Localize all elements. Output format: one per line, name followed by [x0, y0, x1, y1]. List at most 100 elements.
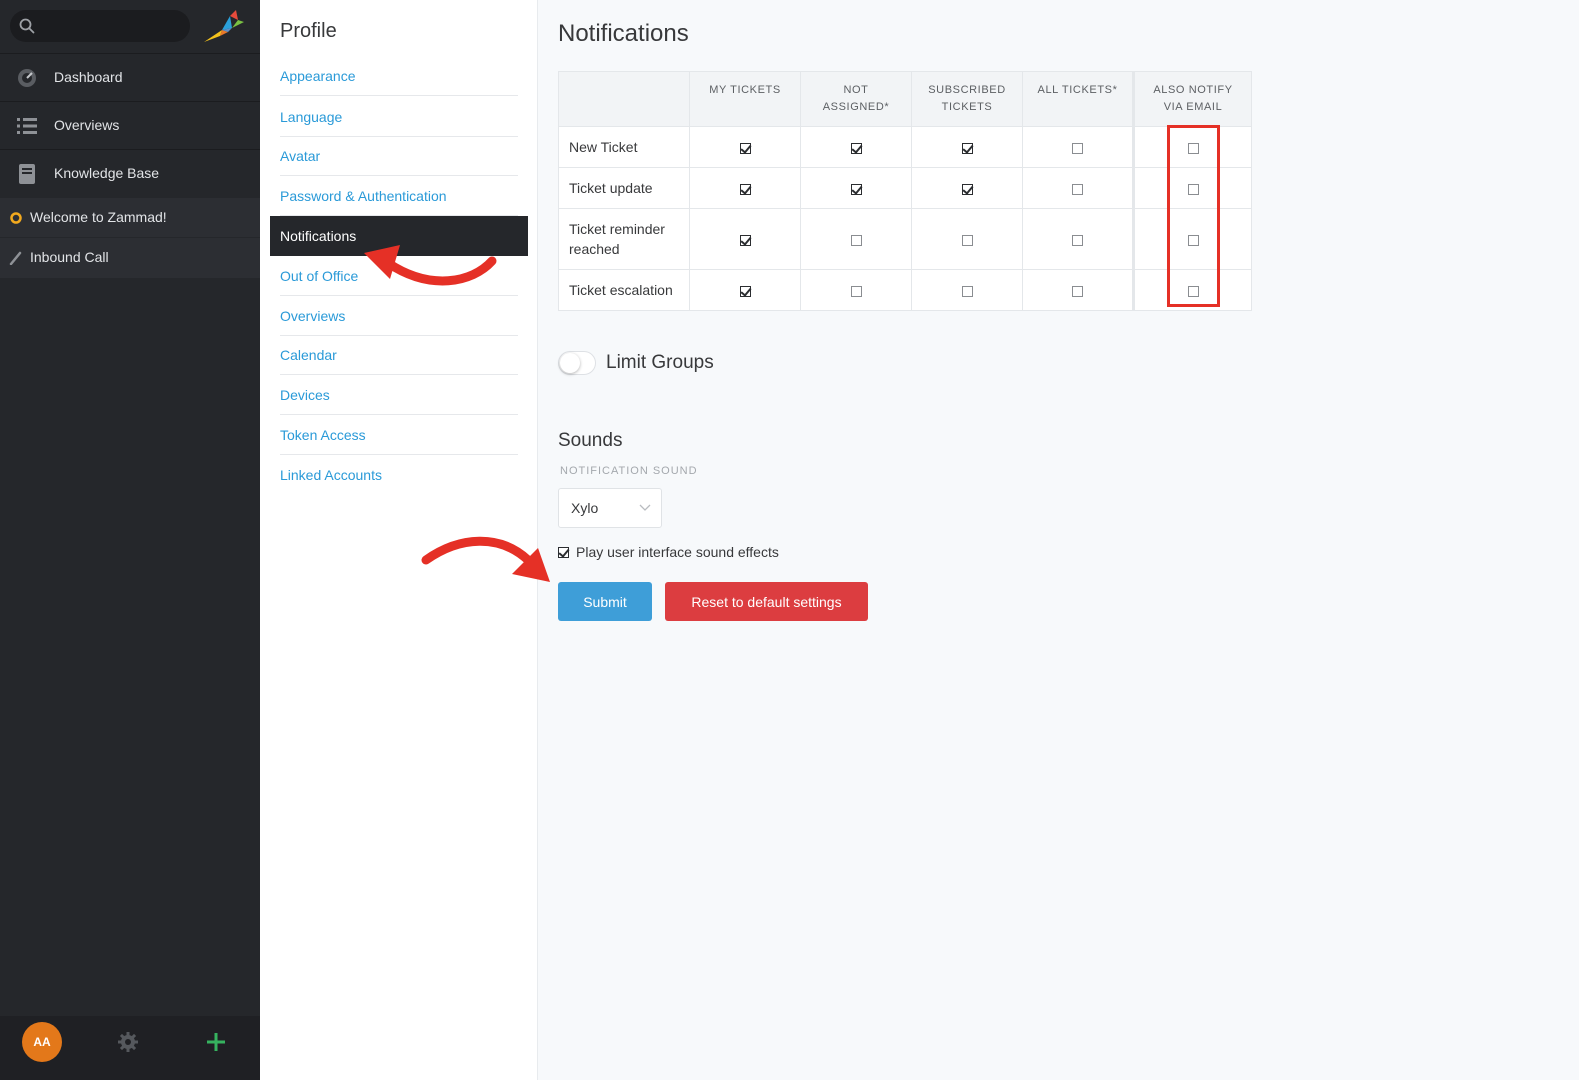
profile-link-label: Overviews: [280, 308, 346, 324]
toggle-knob: [560, 353, 580, 373]
dashboard-icon: [18, 69, 36, 87]
table-header-empty: [558, 71, 690, 127]
table-header-row: MY TICKETS NOT ASSIGNED* SUBSCRIBED TICK…: [558, 71, 1252, 127]
checkbox-cell: [1022, 269, 1134, 311]
profile-link-label: Appearance: [280, 68, 356, 84]
profile-link-language[interactable]: Language: [280, 97, 518, 137]
checkbox-cell: [911, 208, 1023, 270]
notification-sound-value: Xylo: [571, 500, 599, 516]
checkbox-cell: [689, 167, 801, 209]
checkbox-cell: [689, 208, 801, 270]
nav-item-knowledge-base[interactable]: Knowledge Base: [0, 150, 260, 198]
task-item-label: Welcome to Zammad!: [30, 209, 167, 225]
profile-link-label: Password & Authentication: [280, 188, 447, 204]
sounds-heading: Sounds: [558, 430, 623, 451]
notification-checkbox[interactable]: [961, 234, 973, 246]
row-label: Ticket escalation: [558, 269, 690, 311]
notification-checkbox[interactable]: [1072, 234, 1083, 246]
search-icon: [19, 18, 35, 34]
profile-link-label: Devices: [280, 387, 330, 403]
task-item-label: Inbound Call: [30, 249, 109, 265]
profile-link-label: Notifications: [280, 228, 357, 244]
book-icon: [19, 164, 35, 184]
profile-title: Profile: [280, 20, 337, 42]
nav-item-overviews[interactable]: Overviews: [0, 102, 260, 150]
checkbox-cell: [911, 126, 1023, 168]
notification-checkbox[interactable]: [739, 285, 751, 297]
checkbox-cell: [1022, 126, 1134, 168]
main-content: Notifications MY TICKETS NOT ASSIGNED* S…: [538, 0, 1579, 1080]
checkbox-cell: [800, 126, 912, 168]
profile-link-devices[interactable]: Devices: [280, 375, 518, 415]
column-header: ALL TICKETS*: [1022, 71, 1134, 127]
profile-link-label: Out of Office: [280, 268, 359, 284]
nav-footer: AA: [0, 1016, 260, 1080]
column-header: NOT ASSIGNED*: [800, 71, 912, 127]
pencil-icon: [9, 251, 22, 265]
checkbox-cell: [1022, 167, 1134, 209]
table-row: Ticket update: [558, 167, 1252, 209]
limit-groups-toggle[interactable]: [558, 351, 596, 375]
column-header: MY TICKETS: [689, 71, 801, 127]
chevron-down-icon: [639, 504, 651, 511]
notification-checkbox[interactable]: [850, 234, 862, 246]
profile-link-label: Language: [280, 109, 343, 125]
notification-checkbox[interactable]: [961, 142, 973, 154]
profile-link-password[interactable]: Password & Authentication: [280, 176, 518, 216]
checkbox-cell: [800, 208, 912, 270]
search-input[interactable]: [10, 10, 190, 42]
profile-link-label: Linked Accounts: [280, 467, 382, 483]
task-item-inbound-call[interactable]: Inbound Call: [0, 237, 260, 277]
table-row: New Ticket: [558, 126, 1252, 168]
notification-checkbox[interactable]: [1072, 142, 1083, 154]
notification-sound-label: NOTIFICATION SOUND: [560, 465, 698, 477]
notification-checkbox[interactable]: [850, 183, 862, 195]
profile-link-token-access[interactable]: Token Access: [280, 415, 518, 455]
gear-icon[interactable]: [117, 1031, 139, 1053]
checkbox-cell: [689, 269, 801, 311]
plus-icon[interactable]: [205, 1031, 227, 1053]
nav-item-label: Dashboard: [54, 69, 123, 85]
open-tasks: Welcome to Zammad! Inbound Call: [0, 198, 260, 278]
notification-checkbox[interactable]: [850, 285, 862, 297]
profile-link-label: Calendar: [280, 347, 337, 363]
notification-checkbox[interactable]: [739, 234, 751, 246]
notification-sound-select[interactable]: Xylo: [558, 488, 662, 528]
main-navigation: Dashboard Overviews Knowledge Base Welco…: [0, 0, 260, 1080]
notification-matrix: MY TICKETS NOT ASSIGNED* SUBSCRIBED TICK…: [558, 71, 1252, 311]
column-header: ALSO NOTIFY VIA EMAIL: [1132, 71, 1252, 127]
notification-checkbox[interactable]: [739, 183, 751, 195]
notification-checkbox[interactable]: [1072, 285, 1083, 297]
task-item-welcome[interactable]: Welcome to Zammad!: [0, 198, 260, 238]
avatar[interactable]: AA: [22, 1022, 62, 1062]
profile-link-overviews[interactable]: Overviews: [280, 296, 518, 336]
notification-checkbox[interactable]: [850, 142, 862, 154]
submit-button[interactable]: Submit: [558, 582, 652, 621]
zammad-logo-icon[interactable]: [200, 6, 246, 46]
row-label: Ticket update: [558, 167, 690, 209]
reset-defaults-button[interactable]: Reset to default settings: [665, 582, 868, 621]
profile-link-label: Avatar: [280, 148, 321, 164]
play-sounds-label[interactable]: Play user interface sound effects: [576, 544, 779, 560]
notification-checkbox[interactable]: [739, 142, 751, 154]
profile-link-appearance[interactable]: Appearance: [280, 56, 518, 96]
table-row: Ticket reminder reached: [558, 208, 1252, 270]
profile-link-avatar[interactable]: Avatar: [280, 136, 518, 176]
table-row: Ticket escalation: [558, 269, 1252, 311]
notification-checkbox[interactable]: [961, 183, 973, 195]
table-body: New Ticket Ticket update Ticket reminder r…: [558, 126, 1252, 311]
profile-link-calendar[interactable]: Calendar: [280, 335, 518, 375]
checkbox-cell: [911, 269, 1023, 311]
notification-checkbox[interactable]: [961, 285, 973, 297]
checkbox-cell: [1022, 208, 1134, 270]
profile-link-label: Token Access: [280, 427, 366, 443]
nav-item-label: Overviews: [54, 117, 120, 133]
profile-link-linked-accounts[interactable]: Linked Accounts: [280, 455, 518, 495]
nav-item-dashboard[interactable]: Dashboard: [0, 54, 260, 102]
checkbox-cell: [911, 167, 1023, 209]
annotation-arrow-icon: [421, 536, 550, 582]
notification-checkbox[interactable]: [1072, 183, 1083, 195]
nav-item-label: Knowledge Base: [54, 165, 160, 181]
row-label: New Ticket: [558, 126, 690, 168]
ticket-open-icon: [10, 212, 22, 224]
